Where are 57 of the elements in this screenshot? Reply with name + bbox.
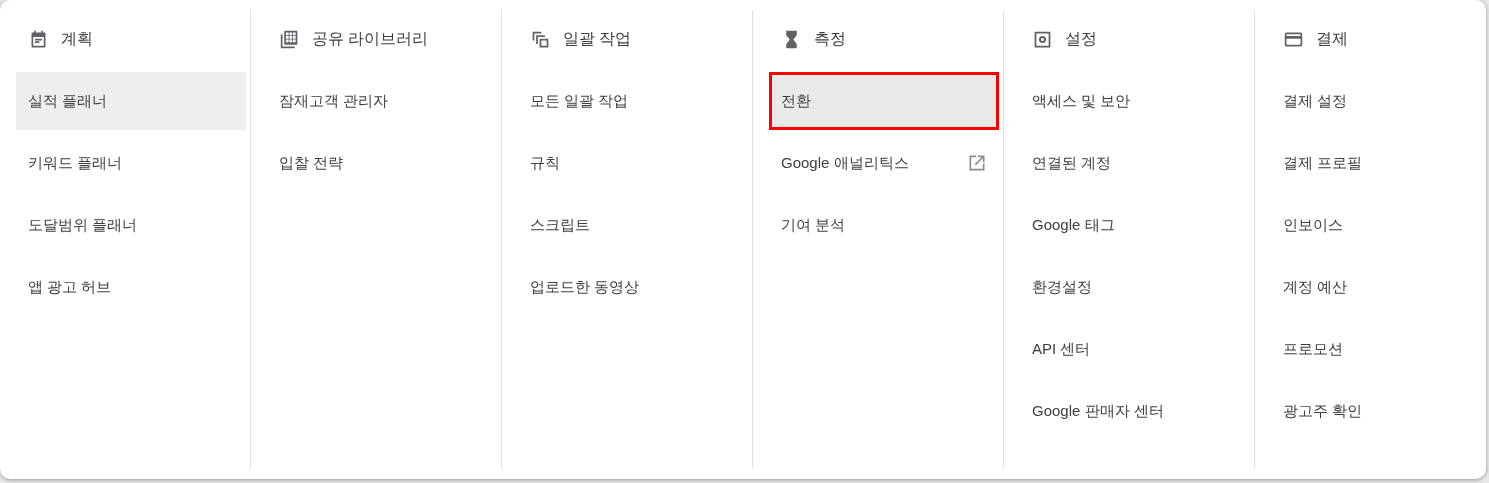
menu-item-label: 도달범위 플래너 [28,215,138,235]
menu-item-label: 결제 설정 [1283,91,1348,111]
menu-item[interactable]: 계정 예산 [1271,258,1489,316]
menu-item[interactable]: 스크립트 [518,196,748,254]
menu-item-label: Google 판매자 센터 [1032,401,1164,421]
menu-item-label: 모든 일괄 작업 [530,91,629,111]
menu-item[interactable]: 규칙 [518,134,748,192]
menu-item-label: Google 태그 [1032,215,1115,235]
column-title: 결제 [1316,28,1348,49]
menu-item[interactable]: 프로모션 [1271,320,1489,378]
menu-item[interactable]: 액세스 및 보안 [1020,72,1250,130]
menu-item-label: 프로모션 [1283,339,1343,359]
menu-item[interactable]: 도달범위 플래너 [16,196,246,254]
menu-item[interactable]: 기여 분석 [769,196,999,254]
menu-item-label: 스크립트 [530,215,590,235]
column-title: 계획 [61,28,93,49]
menu-item-label: 환경설정 [1032,277,1092,297]
menu-item[interactable]: 결제 프로필 [1271,134,1489,192]
menu-item[interactable]: 인보이스 [1271,196,1489,254]
column-title: 일괄 작업 [563,28,632,49]
menu-item[interactable]: 전환 [769,72,999,130]
menu-item-label: 연결된 계정 [1032,153,1112,173]
menu-item-label: 잠재고객 관리자 [279,91,389,111]
menu-item[interactable]: 업로드한 동영상 [518,258,748,316]
menu-item[interactable]: 모든 일괄 작업 [518,72,748,130]
menu-item-label: 기여 분석 [781,215,846,235]
menu-item[interactable]: 앱 광고 허브 [16,258,246,316]
column-title: 공유 라이브러리 [312,28,429,49]
menu-item[interactable]: Google 판매자 센터 [1020,382,1250,440]
menu-item-label: 인보이스 [1283,215,1343,235]
menu-item[interactable]: 결제 설정 [1271,72,1489,130]
menu-item-label: 결제 프로필 [1283,153,1363,173]
menu-item[interactable]: 연결된 계정 [1020,134,1250,192]
menu-item-label: 업로드한 동영상 [530,277,640,297]
menu-item[interactable]: 키워드 플래너 [16,134,246,192]
menu-item-label: 액세스 및 보안 [1032,91,1131,111]
menu-item-label: 실적 플래너 [28,91,108,111]
menu-item-label: Google 애널리틱스 [781,153,909,173]
menu-item[interactable]: 잠재고객 관리자 [267,72,497,130]
menu-item[interactable]: 실적 플래너 [16,72,246,130]
menu-item-label: API 센터 [1032,339,1091,359]
menu-item-label: 광고주 확인 [1283,401,1363,421]
grid-stack-icon [279,28,300,50]
menu-item[interactable]: 광고주 확인 [1271,382,1489,440]
menu-item-label: 앱 광고 허브 [28,277,112,297]
menu-item[interactable]: 입찰 전략 [267,134,497,192]
menu-item-label: 전환 [781,91,811,111]
menu-item-label: 키워드 플래너 [28,153,123,173]
menu-item[interactable]: Google 애널리틱스 [769,134,999,192]
menu-item[interactable]: Google 태그 [1020,196,1250,254]
column-title: 측정 [814,28,846,49]
menu-item-label: 계정 예산 [1283,277,1348,297]
menu-item-label: 규칙 [530,153,560,173]
menu-item-label: 입찰 전략 [279,153,344,173]
menu-item[interactable]: 환경설정 [1020,258,1250,316]
menu-item[interactable]: API 센터 [1020,320,1250,378]
column-title: 설정 [1065,28,1097,49]
